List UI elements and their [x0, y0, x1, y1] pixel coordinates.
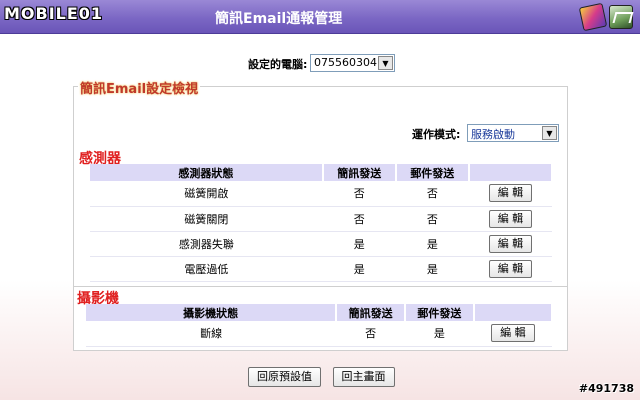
- computer-select[interactable]: 075560304 ▼: [310, 54, 395, 72]
- column-header: 簡訊發送: [336, 304, 406, 321]
- back-home-button[interactable]: 回主畫面: [332, 367, 395, 387]
- sms-flag: 否: [322, 181, 396, 207]
- camera-state: 斷線: [86, 321, 337, 347]
- mode-label: 運作模式:: [412, 128, 461, 141]
- table-row: 電壓過低 是 是 編 輯: [90, 256, 552, 282]
- watermark: #491738: [578, 382, 634, 395]
- sensor-state: 感測器失聯: [90, 231, 323, 257]
- chevron-down-icon[interactable]: ▼: [378, 56, 393, 70]
- section-divider: [73, 286, 568, 287]
- sms-flag: 是: [322, 231, 396, 257]
- table-header-row: 攝影機狀態 簡訊發送 郵件發送: [86, 304, 554, 321]
- email-flag: 否: [395, 181, 469, 207]
- table-header-row: 感測器狀態 簡訊發送 郵件發送: [90, 164, 554, 181]
- column-header: 郵件發送: [395, 164, 470, 181]
- edit-button[interactable]: 編 輯: [488, 184, 533, 203]
- computer-select-value: 075560304: [314, 56, 377, 69]
- sensor-table: 感測器狀態 簡訊發送 郵件發送 磁簧開啟 否 否 編 輯 磁簧關閉 否 否 編 …: [90, 164, 554, 282]
- reset-defaults-button[interactable]: 回原預設值: [248, 367, 321, 387]
- footer-actions: 回原預設值 回主畫面: [248, 367, 403, 387]
- sms-flag: 否: [336, 321, 405, 347]
- sms-flag: 是: [322, 256, 396, 282]
- sensor-state: 磁簧關閉: [90, 206, 323, 232]
- email-flag: 是: [395, 256, 469, 282]
- admin-tool-icon[interactable]: [609, 5, 633, 29]
- column-header: 簡訊發送: [322, 164, 397, 181]
- sensor-state: 電壓過低: [90, 256, 323, 282]
- edit-button[interactable]: 編 輯: [488, 234, 533, 253]
- chevron-down-icon[interactable]: ▼: [542, 126, 557, 140]
- column-header: [473, 304, 554, 321]
- column-header: [468, 164, 554, 181]
- sensor-state: 磁簧開啟: [90, 181, 323, 207]
- mode-select[interactable]: 服務啟動 ▼: [467, 124, 559, 142]
- mode-select-value: 服務啟動: [471, 128, 515, 141]
- camera-table: 攝影機狀態 簡訊發送 郵件發送 斷線 否 是 編 輯: [86, 304, 554, 347]
- table-row: 斷線 否 是 編 輯: [86, 321, 552, 347]
- page-title: 簡訊Email通報管理: [215, 11, 343, 27]
- table-row: 感測器失聯 是 是 編 輯: [90, 231, 552, 257]
- computer-label: 設定的電腦:: [248, 58, 308, 71]
- column-header: 攝影機狀態: [86, 304, 338, 321]
- section-title: 簡訊Email設定檢視: [78, 78, 201, 97]
- table-row: 磁簧關閉 否 否 編 輯: [90, 206, 552, 232]
- edit-button[interactable]: 編 輯: [491, 324, 535, 343]
- email-flag: 是: [395, 231, 469, 257]
- table-row: 磁簧開啟 否 否 編 輯: [90, 181, 552, 207]
- column-header: 感測器狀態: [90, 164, 324, 181]
- edit-button[interactable]: 編 輯: [488, 259, 533, 278]
- sms-flag: 否: [322, 206, 396, 232]
- mobile01-logo: MOBILE01: [4, 4, 104, 23]
- email-flag: 是: [404, 321, 474, 347]
- email-flag: 否: [395, 206, 469, 232]
- edit-button[interactable]: 編 輯: [488, 209, 533, 228]
- header-bar: MOBILE01 簡訊Email通報管理: [0, 0, 640, 34]
- column-header: 郵件發送: [404, 304, 475, 321]
- help-book-icon[interactable]: [578, 2, 608, 32]
